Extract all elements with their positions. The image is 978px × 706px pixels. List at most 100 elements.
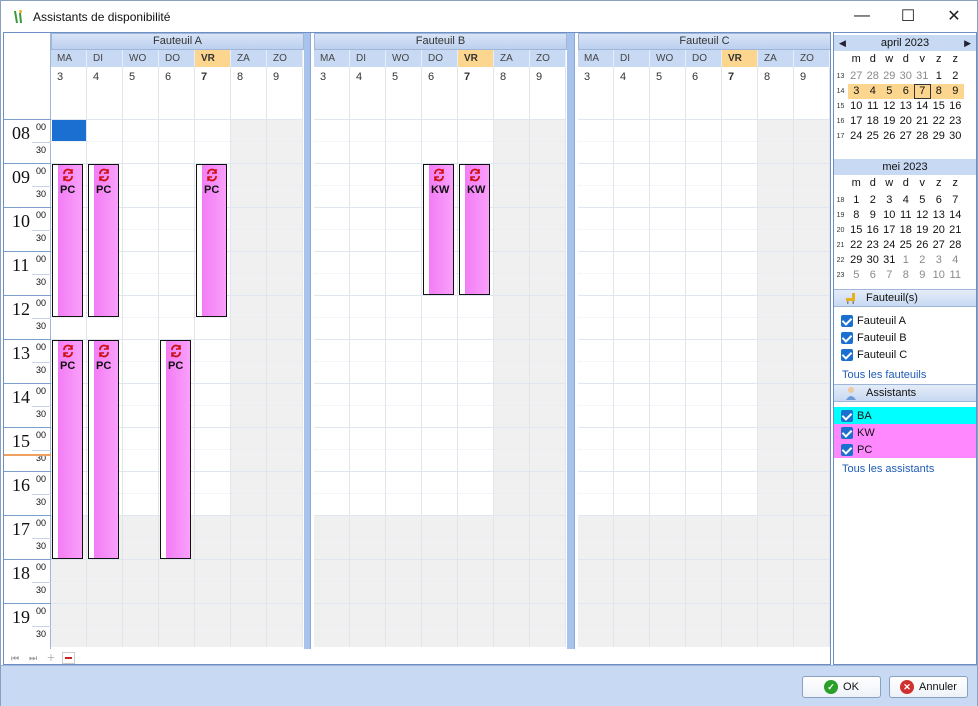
close-button[interactable]: ✕ [931, 1, 977, 31]
day-header[interactable]: ZO [530, 50, 566, 67]
day-column[interactable] [794, 119, 830, 647]
calendar-day[interactable]: 21 [914, 114, 931, 129]
calendar-day[interactable]: 19 [914, 223, 931, 238]
all-chairs-link[interactable]: Tous les fauteuils [842, 369, 926, 381]
calendar-day[interactable]: 16 [947, 99, 964, 114]
calendar-day[interactable]: 27 [931, 238, 948, 253]
calendar-day[interactable]: 9 [947, 84, 964, 99]
calendar-day[interactable]: 9 [914, 268, 931, 283]
calendar-day[interactable]: 28 [947, 238, 964, 253]
calendar-day[interactable]: 30 [947, 129, 964, 144]
day-number[interactable]: 9 [267, 67, 303, 119]
day-header[interactable]: MA [578, 50, 614, 67]
calendar-day[interactable]: 13 [931, 208, 948, 223]
calendar-day[interactable]: 20 [931, 223, 948, 238]
calendar-day[interactable]: 15 [848, 223, 865, 238]
calendar-day[interactable]: 3 [931, 253, 948, 268]
day-number[interactable]: 5 [123, 67, 159, 119]
calendar-day[interactable]: 23 [947, 114, 964, 129]
calendar-day[interactable]: 17 [848, 114, 865, 129]
calendar-day[interactable]: 1 [898, 253, 915, 268]
calendar-day[interactable]: 11 [898, 208, 915, 223]
calendar-day[interactable]: 11 [947, 268, 964, 283]
calendar-day[interactable]: 3 [881, 193, 898, 208]
day-header[interactable]: VR [722, 50, 758, 67]
calendar-day[interactable]: 26 [914, 238, 931, 253]
day-header[interactable]: WO [650, 50, 686, 67]
assistant-filter-item[interactable]: BA [834, 407, 976, 424]
ok-button[interactable]: ✓ OK [802, 676, 881, 698]
calendar-day[interactable]: 29 [931, 129, 948, 144]
availability-block[interactable]: PC [88, 164, 119, 317]
day-number[interactable]: 4 [350, 67, 386, 119]
calendar-day[interactable]: 27 [848, 69, 865, 84]
calendar-day[interactable]: 5 [881, 84, 898, 99]
calendar-day[interactable]: 26 [881, 129, 898, 144]
assistant-filter-item[interactable]: KW [834, 424, 976, 441]
calendar-day[interactable]: 17 [881, 223, 898, 238]
day-header[interactable]: WO [386, 50, 422, 67]
cancel-button[interactable]: ✕ Annuler [889, 676, 968, 698]
calendar-day[interactable]: 10 [848, 99, 865, 114]
calendar-day[interactable]: 10 [931, 268, 948, 283]
day-header[interactable]: ZA [494, 50, 530, 67]
prev-month-icon[interactable]: ◀ [839, 35, 846, 51]
calendar-day[interactable]: 5 [848, 268, 865, 283]
day-number[interactable]: 3 [314, 67, 350, 119]
calendar-day[interactable]: 4 [864, 84, 881, 99]
calendar-day[interactable]: 28 [914, 129, 931, 144]
day-number[interactable]: 7 [722, 67, 758, 119]
day-column[interactable] [386, 119, 422, 647]
day-column[interactable] [650, 119, 686, 647]
calendar-day[interactable]: 6 [931, 193, 948, 208]
day-number[interactable]: 7 [195, 67, 231, 119]
checkbox[interactable] [841, 409, 853, 422]
calendar-day[interactable]: 14 [947, 208, 964, 223]
day-number[interactable]: 7 [458, 67, 494, 119]
day-header[interactable]: WO [123, 50, 159, 67]
day-number[interactable]: 9 [530, 67, 566, 119]
day-header[interactable]: DO [686, 50, 722, 67]
calendar-day[interactable]: 12 [914, 208, 931, 223]
chair-filter-item[interactable]: Fauteuil B [834, 329, 976, 346]
calendar-day[interactable]: 19 [881, 114, 898, 129]
maximize-button[interactable]: ☐ [885, 1, 931, 31]
availability-block[interactable]: KW [423, 164, 454, 295]
calendar-day[interactable]: 31 [881, 253, 898, 268]
calendar-day[interactable]: 25 [898, 238, 915, 253]
day-number[interactable]: 5 [650, 67, 686, 119]
calendar-day[interactable]: 31 [914, 69, 931, 84]
calendar-day[interactable]: 4 [898, 193, 915, 208]
all-assistants-link[interactable]: Tous les assistants [842, 463, 934, 475]
checkbox[interactable] [841, 331, 853, 344]
day-number[interactable]: 8 [758, 67, 794, 119]
day-header[interactable]: ZO [267, 50, 303, 67]
day-number[interactable]: 8 [494, 67, 530, 119]
day-column[interactable] [267, 119, 303, 647]
day-number[interactable]: 5 [386, 67, 422, 119]
add-icon[interactable]: ＋ [44, 652, 58, 664]
checkbox[interactable] [841, 443, 853, 456]
calendar-day[interactable]: 14 [914, 99, 931, 114]
day-column[interactable] [758, 119, 794, 647]
day-column[interactable] [231, 119, 267, 647]
day-header[interactable]: DO [159, 50, 195, 67]
day-header[interactable]: DI [614, 50, 650, 67]
calendar-day[interactable]: 7 [881, 268, 898, 283]
calendar-day[interactable]: 20 [898, 114, 915, 129]
calendar-day[interactable]: 3 [848, 84, 865, 99]
day-header[interactable]: DI [87, 50, 123, 67]
availability-block[interactable]: PC [52, 340, 83, 559]
calendar-day[interactable]: 18 [865, 114, 882, 129]
selected-time-slot[interactable] [52, 120, 86, 141]
calendar-day[interactable]: 8 [930, 84, 947, 99]
calendar-day[interactable]: 29 [881, 69, 898, 84]
day-header[interactable]: DI [350, 50, 386, 67]
calendar-day[interactable]: 7 [914, 84, 931, 99]
calendar-day[interactable]: 1 [931, 69, 948, 84]
day-column[interactable] [494, 119, 530, 647]
calendar-day[interactable]: 28 [865, 69, 882, 84]
day-column[interactable] [614, 119, 650, 647]
availability-block[interactable]: PC [196, 164, 227, 317]
calendar-day[interactable]: 4 [947, 253, 964, 268]
